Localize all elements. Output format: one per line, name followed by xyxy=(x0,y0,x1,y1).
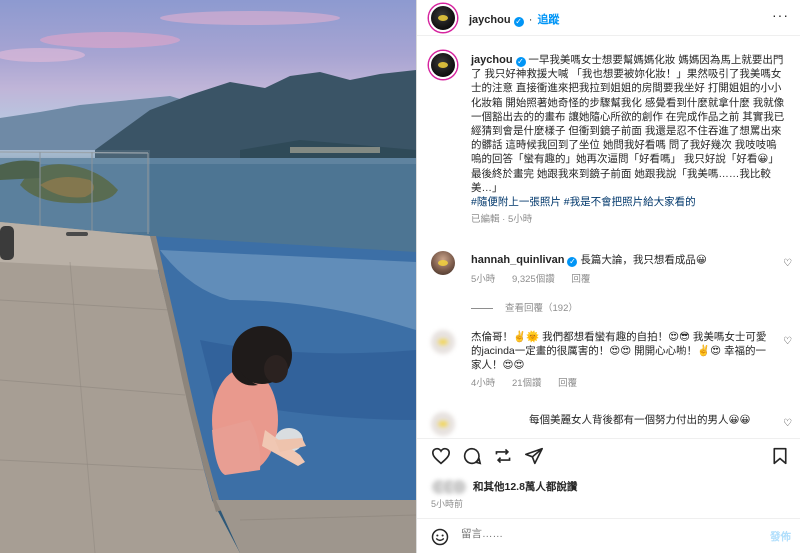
comment-username[interactable]: hannah_quinlivan xyxy=(471,254,565,266)
commenter-avatar[interactable] xyxy=(431,251,455,275)
share-icon[interactable] xyxy=(524,447,544,465)
caption-text: 一早我美嗎女士想要幫媽媽化妝 媽媽因為馬上就要出門了 我只好神救援大喊 「我也想… xyxy=(471,54,785,194)
reply-button[interactable]: 回覆 xyxy=(558,378,577,389)
author-avatar[interactable] xyxy=(429,4,457,32)
caption-meta: 已編輯 · 5小時 xyxy=(471,214,533,226)
post-header: jaychou ✓ · 追蹤 ··· xyxy=(417,0,800,36)
verified-icon: ✓ xyxy=(515,57,526,67)
comment-text: 每個美麗女人背後都有一個努力付出的男人😀😀 xyxy=(529,414,751,426)
follow-button[interactable]: 追蹤 xyxy=(537,14,559,26)
comment-text: 杰倫哥！✌️🌞 我們都想看蠻有趣的自拍！😍😎 我美嗎女士可愛的jacinda一定… xyxy=(471,331,767,372)
comment-like-icon[interactable]: ♡ xyxy=(783,336,792,347)
commenter-avatar[interactable] xyxy=(431,330,455,354)
post-photo xyxy=(0,0,416,553)
more-icon[interactable]: ··· xyxy=(772,7,789,23)
comment-icon[interactable] xyxy=(462,447,482,465)
comment-meta: 4小時 21個讚 回覆 xyxy=(471,377,771,391)
caption-avatar[interactable] xyxy=(429,51,457,79)
comment-likes[interactable]: 9,325個讚 xyxy=(512,274,555,285)
replies-line xyxy=(471,307,493,309)
comment-input[interactable] xyxy=(461,528,741,540)
comment-text: 長篇大論，我只想看成品😀 xyxy=(580,254,707,266)
comment-item: hannah_quinlivan ✓ 長篇大論，我只想看成品😀 5小時 9,32… xyxy=(471,253,771,287)
header-user: jaychou ✓ · 追蹤 xyxy=(469,11,559,27)
save-icon[interactable] xyxy=(771,447,789,465)
liker-avatar xyxy=(451,479,467,496)
likes-summary[interactable]: 和其他12.8萬人都說讚 xyxy=(431,479,578,496)
caption-hashtags[interactable]: #隨便附上一張照片 #我是不會把照片給大家看的 xyxy=(471,195,786,209)
comment-time: 5小時 xyxy=(471,274,496,286)
comment-time: 4小時 xyxy=(471,377,496,389)
post-caption: jaychou ✓ 一早我美嗎女士想要幫媽媽化妝 媽媽因為馬上就要出門了 我只好… xyxy=(471,53,786,227)
verified-icon: ✓ xyxy=(567,257,578,267)
view-replies[interactable]: 查看回覆（192） xyxy=(471,300,578,314)
commenter-avatar[interactable] xyxy=(431,412,455,436)
post-comment-button[interactable]: 發佈 xyxy=(770,529,791,544)
comment-item: 每個美麗女人背後都有一個努力付出的男人😀😀 xyxy=(529,413,789,427)
repost-icon[interactable] xyxy=(493,447,513,465)
emoji-icon[interactable] xyxy=(431,528,449,546)
verified-icon: ✓ xyxy=(513,17,524,27)
likes-text: 和其他12.8萬人都說讚 xyxy=(473,481,578,493)
author-username[interactable]: jaychou xyxy=(469,14,511,26)
lake-pool-scene xyxy=(0,11,416,553)
dot-separator: · xyxy=(528,14,533,26)
reply-button[interactable]: 回覆 xyxy=(571,274,590,285)
heart-icon[interactable] xyxy=(431,447,451,465)
comment-meta: 5小時 9,325個讚 回覆 xyxy=(471,273,771,287)
view-replies-label[interactable]: 查看回覆（192） xyxy=(505,303,578,314)
post-time[interactable]: 5小時前 xyxy=(431,497,463,510)
comment-likes[interactable]: 21個讚 xyxy=(512,378,542,389)
comment-item: 杰倫哥！✌️🌞 我們都想看蠻有趣的自拍！😍😎 我美嗎女士可愛的jacinda一定… xyxy=(471,330,771,391)
comment-like-icon[interactable]: ♡ xyxy=(783,418,792,429)
post-panel: jaychou ✓ · 追蹤 ··· jaychou ✓ 一早我美嗎女士想要幫媽… xyxy=(416,0,800,553)
add-comment-bar: 發佈 xyxy=(417,518,800,553)
caption-username[interactable]: jaychou xyxy=(471,54,513,66)
comment-like-icon[interactable]: ♡ xyxy=(783,258,792,269)
